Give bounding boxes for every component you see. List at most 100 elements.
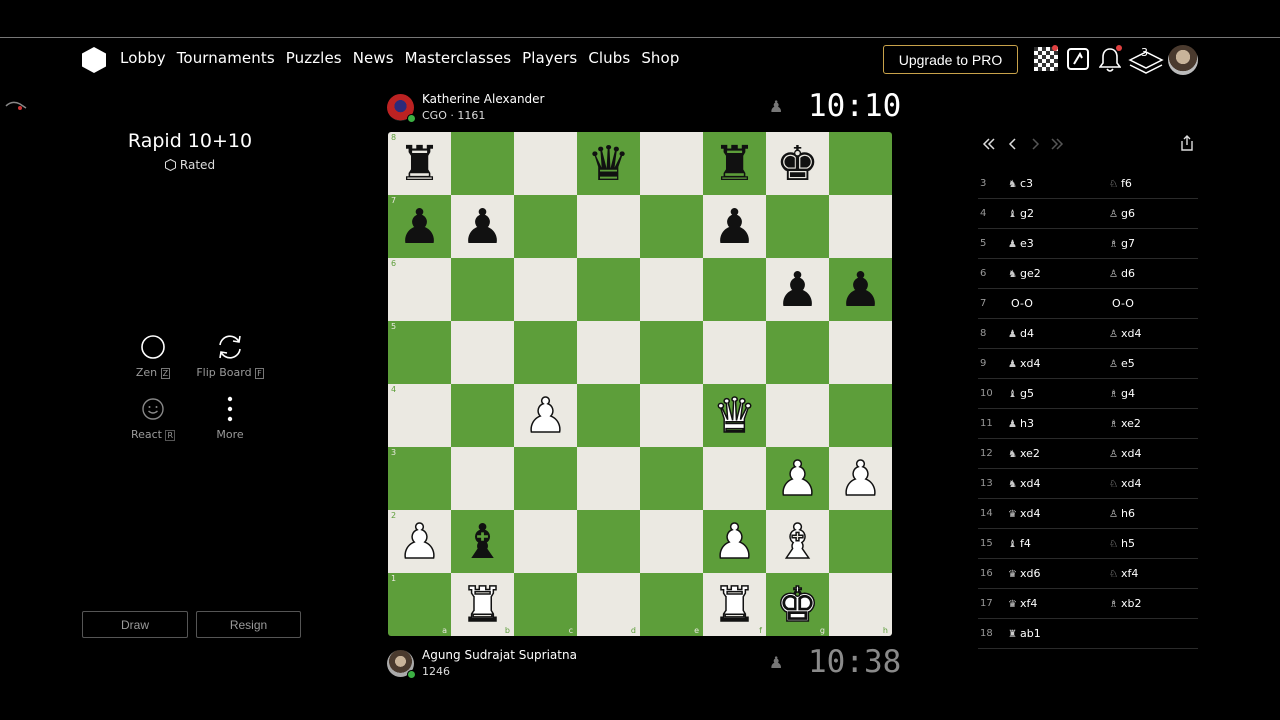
analysis-board-icon[interactable] (1067, 48, 1089, 74)
black-pawn-piece[interactable]: ♟ (776, 266, 819, 314)
next-move-icon[interactable] (1030, 136, 1040, 155)
square-c6[interactable] (514, 258, 577, 321)
black-rook-piece[interactable]: ♜ (398, 140, 441, 188)
white-king-piece[interactable]: ♚ (775, 580, 820, 630)
white-move[interactable]: ♞ c3 (1008, 177, 1033, 190)
nav-masterclasses[interactable]: Masterclasses (405, 49, 511, 67)
white-move[interactable]: ♝ g2 (1008, 207, 1034, 220)
square-a4[interactable]: 4 (388, 384, 451, 447)
square-h4[interactable] (829, 384, 892, 447)
white-move[interactable]: ♞ xe2 (1008, 447, 1040, 460)
black-move[interactable]: ♗ xe2 (1109, 417, 1141, 430)
draw-button[interactable]: Draw (82, 611, 188, 638)
square-a6[interactable]: 6 (388, 258, 451, 321)
black-king-piece[interactable]: ♚ (776, 140, 819, 188)
black-move[interactable]: ♘ xf4 (1109, 567, 1138, 580)
white-move[interactable]: ♟ h3 (1008, 417, 1034, 430)
white-pawn-piece[interactable]: ♟ (775, 454, 820, 504)
nav-clubs[interactable]: Clubs (588, 49, 630, 67)
square-g4[interactable] (766, 384, 829, 447)
square-h3[interactable]: ♟ (829, 447, 892, 510)
square-b3[interactable] (451, 447, 514, 510)
square-a8[interactable]: 8 ♜ (388, 132, 451, 195)
black-move[interactable] (1109, 627, 1112, 640)
black-pawn-piece[interactable]: ♟ (461, 203, 504, 251)
flip-board-button[interactable]: Flip Board F (190, 332, 270, 379)
square-c3[interactable] (514, 447, 577, 510)
square-h1[interactable]: h (829, 573, 892, 636)
nav-news[interactable]: News (353, 49, 394, 67)
square-e6[interactable] (640, 258, 703, 321)
react-button[interactable]: React R (113, 394, 193, 441)
square-d4[interactable] (577, 384, 640, 447)
square-e2[interactable] (640, 510, 703, 573)
last-move-icon[interactable] (1050, 136, 1064, 155)
square-g3[interactable]: ♟ (766, 447, 829, 510)
square-e3[interactable] (640, 447, 703, 510)
first-move-icon[interactable] (982, 136, 996, 155)
square-h8[interactable] (829, 132, 892, 195)
square-a5[interactable]: 5 (388, 321, 451, 384)
previous-move-icon[interactable] (1008, 136, 1018, 155)
square-f2[interactable]: ♟ (703, 510, 766, 573)
black-move[interactable]: ♗ xb2 (1109, 597, 1141, 610)
black-move[interactable]: ♙ e5 (1109, 357, 1135, 370)
square-f3[interactable] (703, 447, 766, 510)
square-g6[interactable]: ♟ (766, 258, 829, 321)
bell-icon[interactable] (1098, 47, 1122, 77)
square-h2[interactable] (829, 510, 892, 573)
white-move[interactable]: ♛ xd6 (1008, 567, 1040, 580)
white-move[interactable]: O-O (1008, 297, 1033, 310)
player-name[interactable]: Agung Sudrajat Supriatna (422, 648, 577, 662)
black-move[interactable]: ♙ g6 (1109, 207, 1135, 220)
black-move[interactable]: ♗ g7 (1109, 237, 1135, 250)
square-b8[interactable] (451, 132, 514, 195)
square-c7[interactable] (514, 195, 577, 258)
black-pawn-piece[interactable]: ♟ (713, 203, 756, 251)
square-f7[interactable]: ♟ (703, 195, 766, 258)
chess-logo-icon[interactable] (82, 47, 106, 73)
square-f5[interactable] (703, 321, 766, 384)
square-d6[interactable] (577, 258, 640, 321)
white-move[interactable]: ♞ ge2 (1008, 267, 1041, 280)
square-a3[interactable]: 3 (388, 447, 451, 510)
square-d5[interactable] (577, 321, 640, 384)
square-a2[interactable]: 2 ♟ (388, 510, 451, 573)
black-move[interactable]: ♘ h5 (1109, 537, 1135, 550)
square-f1[interactable]: f ♜ (703, 573, 766, 636)
white-move[interactable]: ♛ xf4 (1008, 597, 1037, 610)
square-b6[interactable] (451, 258, 514, 321)
white-move[interactable]: ♞ xd4 (1008, 477, 1040, 490)
square-g7[interactable] (766, 195, 829, 258)
chess-board[interactable]: 8 ♜ ♛ ♜ ♚ 7 ♟ ♟ ♟ 6 ♟ ♟ 5 4 ♟ ♛ 3 ♟ ♟ 2 ♟ ♝ ♟ ♝ 1 a b ♜ c d e f ♜ g ♚ h (388, 132, 892, 636)
white-bishop-piece[interactable]: ♝ (775, 517, 820, 567)
black-pawn-piece[interactable]: ♟ (398, 203, 441, 251)
white-move[interactable]: ♛ xd4 (1008, 507, 1040, 520)
square-g5[interactable] (766, 321, 829, 384)
square-c2[interactable] (514, 510, 577, 573)
square-f8[interactable]: ♜ (703, 132, 766, 195)
white-pawn-piece[interactable]: ♟ (523, 391, 568, 441)
white-move[interactable]: ♜ ab1 (1008, 627, 1041, 640)
white-move[interactable]: ♝ g5 (1008, 387, 1034, 400)
upgrade-button[interactable]: Upgrade to PRO (883, 45, 1018, 74)
square-c1[interactable]: c (514, 573, 577, 636)
square-d2[interactable] (577, 510, 640, 573)
square-b4[interactable] (451, 384, 514, 447)
square-h5[interactable] (829, 321, 892, 384)
square-f4[interactable]: ♛ (703, 384, 766, 447)
square-e1[interactable]: e (640, 573, 703, 636)
nav-lobby[interactable]: Lobby (120, 49, 166, 67)
white-rook-piece[interactable]: ♜ (712, 580, 757, 630)
white-pawn-piece[interactable]: ♟ (838, 454, 883, 504)
black-move[interactable]: ♙ xd4 (1109, 327, 1141, 340)
square-a1[interactable]: 1a (388, 573, 451, 636)
square-h7[interactable] (829, 195, 892, 258)
nav-shop[interactable]: Shop (641, 49, 679, 67)
white-move[interactable]: ♝ f4 (1008, 537, 1031, 550)
black-move[interactable]: ♘ xd4 (1109, 477, 1141, 490)
black-move[interactable]: O-O (1109, 297, 1134, 310)
black-queen-piece[interactable]: ♛ (587, 140, 630, 188)
white-rook-piece[interactable]: ♜ (460, 580, 505, 630)
square-e5[interactable] (640, 321, 703, 384)
